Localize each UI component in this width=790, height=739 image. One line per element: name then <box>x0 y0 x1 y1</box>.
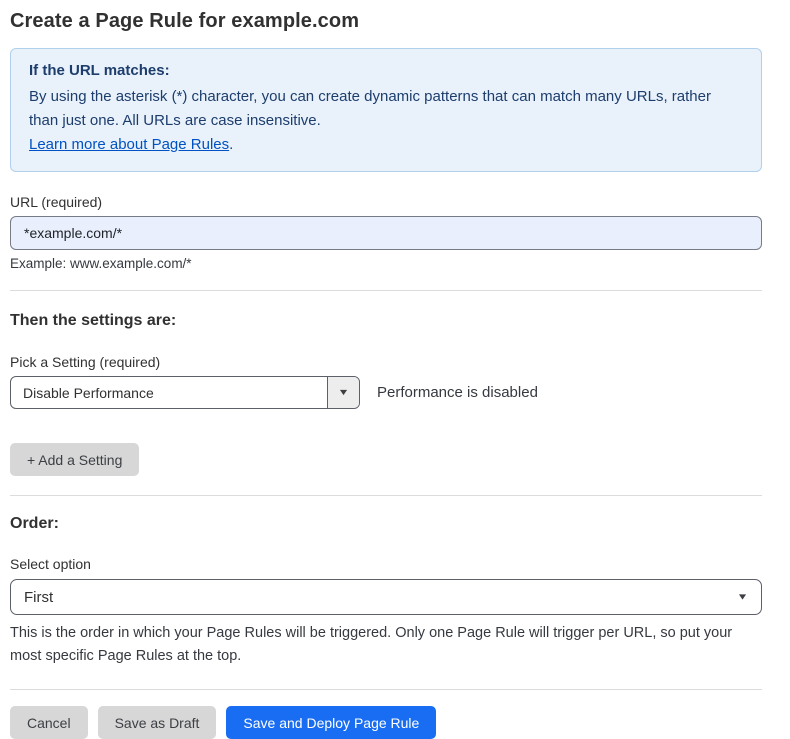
setting-status-text: Performance is disabled <box>377 384 538 401</box>
page-title: Create a Page Rule for example.com <box>10 10 762 33</box>
link-suffix: . <box>229 136 233 153</box>
save-and-deploy-button[interactable]: Save and Deploy Page Rule <box>226 706 436 739</box>
add-setting-button[interactable]: + Add a Setting <box>10 443 139 476</box>
info-box-body: By using the asterisk (*) character, you… <box>29 85 743 133</box>
info-box-link-line: Learn more about Page Rules. <box>29 133 743 157</box>
learn-more-link[interactable]: Learn more about Page Rules <box>29 136 229 153</box>
order-select[interactable]: First ▼ <box>10 579 762 615</box>
add-setting-wrap: + Add a Setting <box>10 443 762 476</box>
settings-section-heading: Then the settings are: <box>10 312 762 330</box>
create-page-rule-form: Create a Page Rule for example.com If th… <box>0 0 790 739</box>
setting-dropdown[interactable]: Disable Performance ▼ <box>10 376 360 409</box>
order-help-text: This is the order in which your Page Rul… <box>10 622 755 668</box>
order-select-label: Select option <box>10 556 762 572</box>
cancel-button[interactable]: Cancel <box>10 706 88 739</box>
order-section-heading: Order: <box>10 515 762 533</box>
pick-setting-label: Pick a Setting (required) <box>10 354 762 370</box>
url-input[interactable] <box>10 216 762 250</box>
save-as-draft-button[interactable]: Save as Draft <box>98 706 217 739</box>
url-label: URL (required) <box>10 194 762 210</box>
url-example-text: Example: www.example.com/* <box>10 256 762 271</box>
divider <box>10 495 762 496</box>
setting-dropdown-arrow-button[interactable]: ▼ <box>327 377 359 408</box>
setting-dropdown-value: Disable Performance <box>11 377 327 408</box>
url-match-info-box: If the URL matches: By using the asteris… <box>10 48 762 172</box>
divider <box>10 290 762 291</box>
chevron-down-icon: ▼ <box>337 388 349 397</box>
setting-row: Disable Performance ▼ Performance is dis… <box>10 376 762 409</box>
divider <box>10 689 762 690</box>
order-select-value: First <box>24 589 53 606</box>
footer-buttons: Cancel Save as Draft Save and Deploy Pag… <box>10 706 762 739</box>
info-box-heading: If the URL matches: <box>29 62 743 79</box>
chevron-down-icon: ▼ <box>737 593 749 602</box>
